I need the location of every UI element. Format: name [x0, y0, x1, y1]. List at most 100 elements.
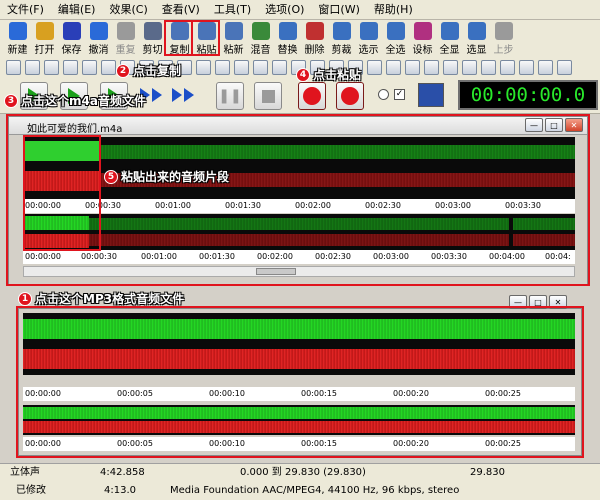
toolbar-button-10[interactable]: 替换: [274, 22, 301, 56]
pause-icon: ❚❚: [218, 88, 242, 104]
tool-icon-1[interactable]: [25, 59, 40, 75]
tool-icon-28[interactable]: [538, 59, 553, 75]
toolbar-label-2: 保存: [61, 45, 82, 56]
checkbox-option[interactable]: ✓: [394, 89, 405, 100]
menu-help[interactable]: 帮助(H): [367, 0, 420, 20]
record-icon: [303, 87, 321, 105]
mp3-window-highlight: [16, 306, 584, 458]
tool-icon-19[interactable]: [367, 59, 382, 75]
status-duration-2: 4:13.0: [104, 485, 136, 496]
toolbar-icon-16: [440, 22, 459, 40]
menu-options[interactable]: 选项(O): [258, 0, 311, 20]
tool-icon-2[interactable]: [44, 59, 59, 75]
menu-window[interactable]: 窗口(W): [311, 0, 366, 20]
toolbar-icon-5: [143, 22, 162, 40]
toolbar-label-3: 撤消: [88, 45, 109, 56]
toolbar-label-13: 选示: [358, 45, 379, 56]
toolbar-button-9[interactable]: 混音: [247, 22, 274, 56]
monitor-icon[interactable]: [418, 83, 444, 107]
menu-file[interactable]: 文件(F): [0, 0, 51, 20]
toolbar-button-14[interactable]: 全选: [382, 22, 409, 56]
toolbar-label-12: 剪裁: [331, 45, 352, 56]
toolbar-label-16: 全显: [439, 45, 460, 56]
toolbar-button-15[interactable]: 设标: [409, 22, 436, 56]
menu-effects[interactable]: 效果(C): [102, 0, 154, 20]
tool-icon-29[interactable]: [557, 59, 572, 75]
toolbar-icon-11: [305, 22, 324, 40]
toolbar-label-9: 混音: [250, 45, 271, 56]
toolbar-button-12[interactable]: 剪裁: [328, 22, 355, 56]
skip-end-icon[interactable]: [172, 88, 194, 102]
tool-icon-20[interactable]: [386, 59, 401, 75]
status-selection-length: 29.830: [470, 467, 505, 478]
tool-icon-23[interactable]: [443, 59, 458, 75]
tool-icon-26[interactable]: [500, 59, 515, 75]
toolbar-icon-4: [116, 22, 135, 40]
toolbar-button-2[interactable]: 保存: [58, 22, 85, 56]
toolbar-button-7[interactable]: 粘贴: [191, 20, 220, 56]
main-toolbar: 新建 打开 保存 撤消 重复 剪切 复制 粘贴 粘新 混音 替换 删除 剪裁 选示 全选 设标 全显 选显 上步: [0, 20, 600, 56]
tool-icon-25[interactable]: [481, 59, 496, 75]
record-new-button[interactable]: [336, 82, 364, 110]
status-selection: 0.000 到 29.830 (29.830): [240, 467, 366, 478]
toolbar-button-13[interactable]: 选示: [355, 22, 382, 56]
toolbar-button-0[interactable]: 新建: [4, 22, 31, 56]
tool-icon-10[interactable]: [196, 59, 211, 75]
tool-icon-13[interactable]: [253, 59, 268, 75]
toolbar-icon-17: [467, 22, 486, 40]
callout-1: 1 点击这个MP3格式音频文件: [18, 290, 184, 307]
toolbar-button-3[interactable]: 撤消: [85, 22, 112, 56]
toolbar-button-4[interactable]: 重复: [112, 22, 139, 56]
callout-4: 4 点击粘贴: [296, 66, 361, 83]
toolbar-button-11[interactable]: 删除: [301, 22, 328, 56]
menu-tools[interactable]: 工具(T): [207, 0, 258, 20]
m4a-window-highlight: [6, 114, 590, 286]
tool-icon-21[interactable]: [405, 59, 420, 75]
toolbar-icon-13: [359, 22, 378, 40]
toolbar-icon-18: [494, 22, 513, 40]
toolbar-button-18[interactable]: 上步: [490, 22, 517, 56]
record-button[interactable]: [298, 82, 326, 110]
status-modified: 已修改: [16, 485, 46, 496]
tool-icon-12[interactable]: [234, 59, 249, 75]
pause-button[interactable]: ❚❚: [216, 82, 244, 110]
tool-icon-27[interactable]: [519, 59, 534, 75]
toolbar-button-1[interactable]: 打开: [31, 22, 58, 56]
toolbar-label-4: 重复: [115, 45, 136, 56]
copy-highlight-box: [164, 20, 193, 56]
callout-5: 5 粘贴出来的音频片段: [104, 168, 229, 185]
menu-edit[interactable]: 编辑(E): [51, 0, 103, 20]
stop-button[interactable]: [254, 82, 282, 110]
toolbar-button-17[interactable]: 选显: [463, 22, 490, 56]
tool-icon-5[interactable]: [101, 59, 116, 75]
status-format: Media Foundation AAC/MPEG4, 44100 Hz, 96…: [170, 485, 460, 496]
tool-icon-22[interactable]: [424, 59, 439, 75]
status-channel: 立体声: [10, 467, 40, 478]
toolbar-icon-0: [8, 22, 27, 40]
callout-3: 3 点击这个m4a音频文件: [4, 92, 146, 109]
status-duration: 4:42.858: [100, 467, 145, 478]
toolbar-label-8: 粘新: [223, 45, 244, 56]
paste-highlight-box: [191, 20, 220, 56]
toolbar-icon-15: [413, 22, 432, 40]
tool-icon-14[interactable]: [272, 59, 287, 75]
status-row-1: 立体声 4:42.858 0.000 到 29.830 (29.830) 29.…: [0, 464, 600, 482]
tool-icon-11[interactable]: [215, 59, 230, 75]
toolbar-button-5[interactable]: 剪切: [139, 22, 166, 56]
menu-view[interactable]: 查看(V): [155, 0, 207, 20]
tool-icon-0[interactable]: [6, 59, 21, 75]
toolbar-icon-12: [332, 22, 351, 40]
tool-icon-4[interactable]: [82, 59, 97, 75]
toolbar-label-1: 打开: [34, 45, 55, 56]
tool-icon-24[interactable]: [462, 59, 477, 75]
tool-icon-3[interactable]: [63, 59, 78, 75]
radio-option[interactable]: [378, 89, 389, 100]
toolbar-button-8[interactable]: 粘新: [220, 22, 247, 56]
toolbar-button-16[interactable]: 全显: [436, 22, 463, 56]
stop-icon: [261, 89, 275, 103]
toolbar-label-17: 选显: [466, 45, 487, 56]
toolbar-icon-3: [89, 22, 108, 40]
toolbar-label-10: 替换: [277, 45, 298, 56]
toolbar-button-6[interactable]: 复制: [164, 20, 193, 56]
time-display: 00:00:00.0: [458, 80, 598, 110]
